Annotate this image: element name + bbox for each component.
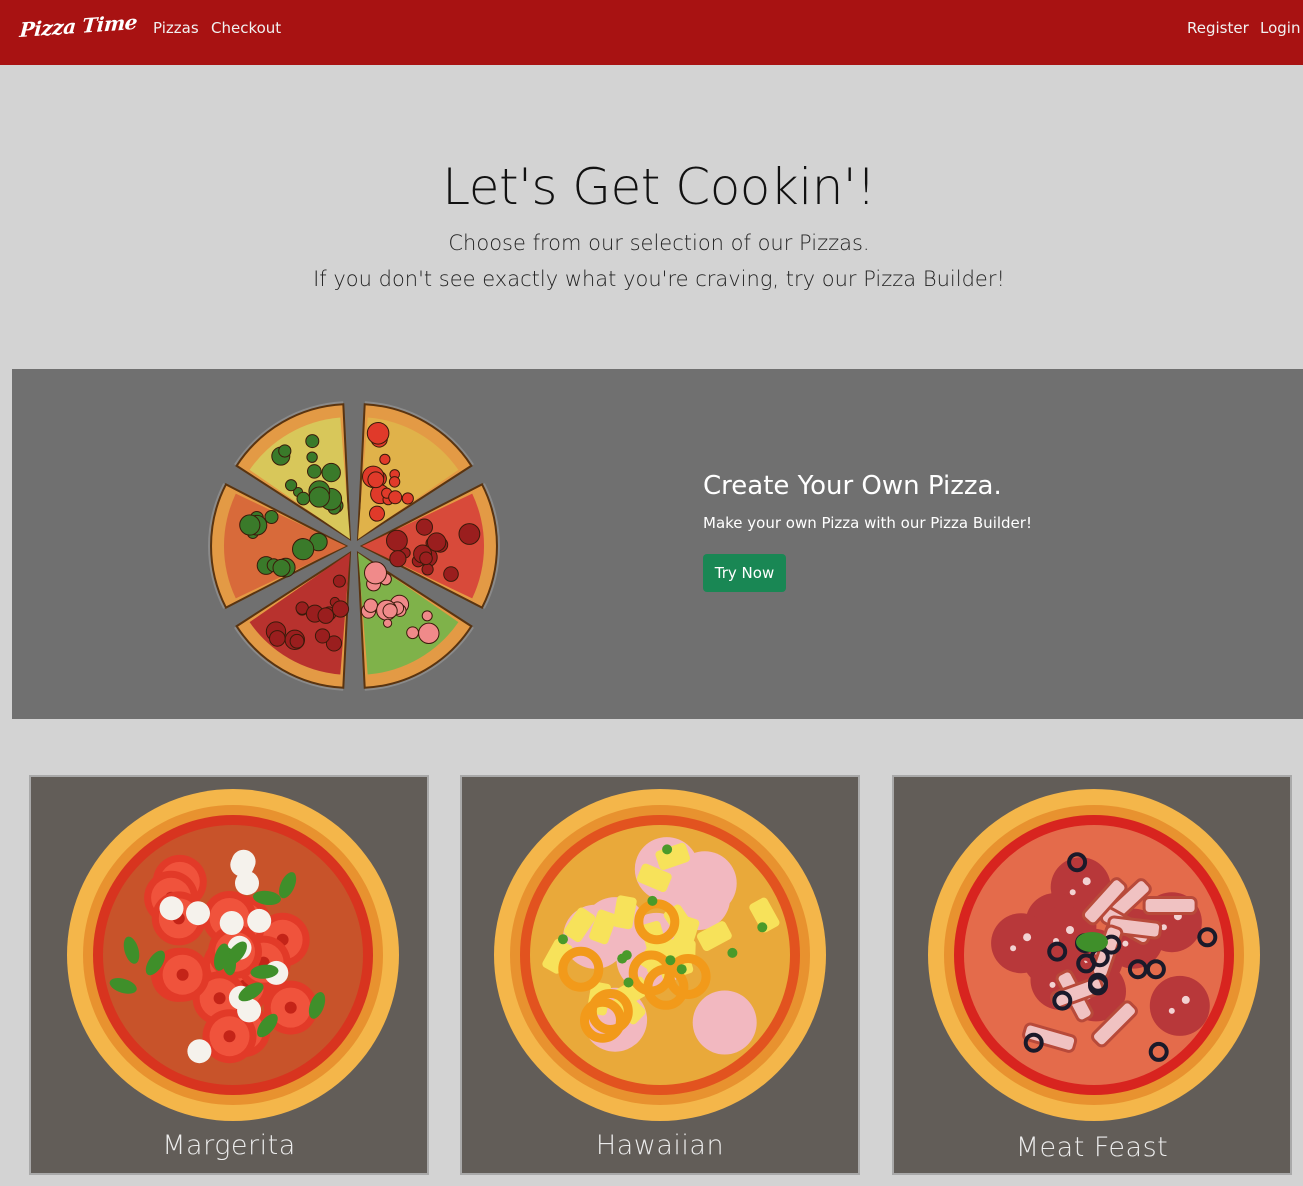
page-title: Let's Get Cookin'! <box>442 158 876 216</box>
pizza-card-margerita[interactable]: Margerita <box>29 775 429 1175</box>
pizza-builder-banner: Create Your Own Pizza. Make your own Piz… <box>12 369 1303 719</box>
try-now-button[interactable]: Try Now <box>703 554 786 592</box>
nav-link-register[interactable]: Register <box>1187 19 1249 37</box>
nav-link-pizzas[interactable]: Pizzas <box>153 19 199 37</box>
pizza-card-hawaiian[interactable]: Hawaiian <box>460 775 860 1175</box>
sliced-pizza-illustration <box>208 401 500 691</box>
pizza-name: Meat Feast <box>1015 1132 1169 1163</box>
navbar: Pizza Time Pizzas Checkout Register Logi… <box>0 0 1303 65</box>
margherita-pizza-illustration <box>67 789 399 1121</box>
pizza-name: Hawaiian <box>595 1130 725 1161</box>
hawaiian-pizza-illustration <box>494 789 826 1121</box>
builder-subtitle: Make your own Pizza with our Pizza Build… <box>703 514 1032 532</box>
hero-subtitle-line-1: Choose from our selection of our Pizzas. <box>448 231 870 255</box>
builder-title: Create Your Own Pizza. <box>703 471 1002 501</box>
nav-link-login[interactable]: Login <box>1260 19 1300 37</box>
meat-feast-pizza-illustration <box>928 789 1260 1121</box>
nav-link-checkout[interactable]: Checkout <box>211 19 281 37</box>
pizza-name: Margerita <box>162 1130 296 1161</box>
brand-logo[interactable]: Pizza Time <box>19 10 138 42</box>
pizza-card-meat-feast[interactable]: Meat Feast <box>892 775 1292 1175</box>
hero-subtitle-line-2: If you don't see exactly what you're cra… <box>313 267 1005 291</box>
